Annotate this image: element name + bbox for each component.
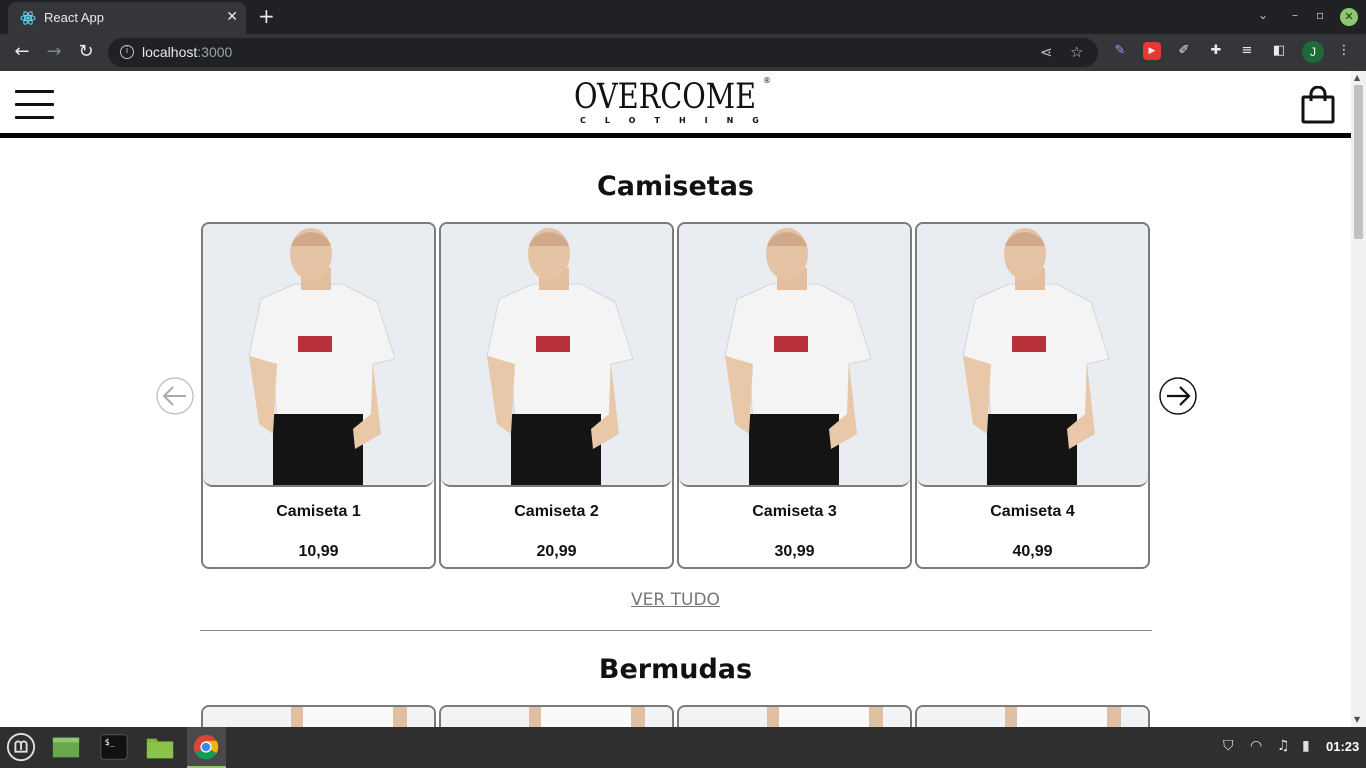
arrow-right-icon[interactable]: [1159, 377, 1197, 415]
browser-tabbar: React App ✕ + ⌄ – ▫ ✕: [0, 0, 1366, 34]
extensions-puzzle-icon[interactable]: ✚: [1207, 42, 1225, 60]
profile-avatar[interactable]: J: [1302, 41, 1324, 63]
product-image[interactable]: [203, 224, 434, 487]
logo-wordmark: OVERCOME: [574, 77, 757, 117]
battery-icon[interactable]: ▮: [1302, 738, 1310, 754]
page-scrollbar[interactable]: ▲ ▼: [1351, 71, 1366, 727]
tab-close-button[interactable]: ✕: [226, 9, 238, 25]
chrome-menu-icon[interactable]: ⋮: [1335, 42, 1353, 60]
scroll-up-icon[interactable]: ▲: [1354, 73, 1360, 82]
new-tab-button[interactable]: +: [258, 4, 275, 28]
product-photo: [679, 707, 910, 727]
logo-subtitle: CLOTHING: [580, 116, 778, 125]
music-icon[interactable]: ♫: [1277, 738, 1290, 754]
bookmark-star-icon[interactable]: ☆: [1070, 43, 1083, 61]
show-desktop-icon[interactable]: [50, 732, 82, 762]
product-price: 20,99: [536, 543, 577, 560]
url-port: :3000: [197, 44, 233, 60]
product-photo: [203, 224, 434, 485]
video-extension-icon[interactable]: ▶: [1143, 42, 1161, 60]
product-image[interactable]: [917, 224, 1148, 487]
mint-menu-icon[interactable]: [5, 732, 37, 762]
svg-text:$_: $_: [105, 737, 116, 747]
minimize-icon[interactable]: –: [1292, 8, 1298, 22]
product-name[interactable]: Camiseta 1: [203, 503, 434, 521]
product-card[interactable]: [201, 705, 436, 727]
see-all-link[interactable]: VER TUDO: [0, 590, 1351, 610]
chrome-icon[interactable]: [190, 732, 222, 762]
window-close-icon[interactable]: ✕: [1340, 8, 1358, 26]
scroll-down-icon[interactable]: ▼: [1354, 715, 1360, 724]
product-name[interactable]: Camiseta 3: [679, 503, 910, 521]
media-control-icon[interactable]: ≡: [1238, 42, 1256, 60]
product-card[interactable]: [915, 705, 1150, 727]
address-url: localhost:3000: [142, 44, 232, 60]
product-card[interactable]: Camiseta 1 10,99: [201, 222, 436, 569]
page-viewport: OVERCOME ® CLOTHING Camisetas Camiseta 1…: [0, 71, 1351, 727]
tab-search-icon[interactable]: ⌄: [1258, 8, 1268, 22]
site-info-icon[interactable]: i: [120, 45, 134, 59]
product-card[interactable]: Camiseta 4 40,99: [915, 222, 1150, 569]
files-icon[interactable]: [144, 732, 176, 762]
product-card[interactable]: [677, 705, 912, 727]
hamburger-icon[interactable]: [15, 90, 54, 119]
product-price: 30,99: [774, 543, 815, 560]
section-title-camisetas: Camisetas: [596, 171, 754, 202]
shopping-bag-icon[interactable]: [1301, 86, 1335, 124]
back-icon[interactable]: ←: [11, 41, 33, 63]
product-photo: [203, 707, 434, 727]
arrow-left-icon[interactable]: [156, 377, 194, 415]
reload-icon[interactable]: ↻: [75, 41, 97, 63]
browser-tab[interactable]: React App ✕: [8, 2, 246, 34]
terminal-icon[interactable]: $_: [98, 732, 130, 762]
url-host: localhost: [142, 44, 198, 60]
tab-title: React App: [44, 10, 104, 25]
product-image[interactable]: [679, 224, 910, 487]
product-name[interactable]: Camiseta 2: [441, 503, 672, 521]
product-card[interactable]: [439, 705, 674, 727]
product-image[interactable]: [441, 224, 672, 487]
maximize-icon[interactable]: ▫: [1316, 8, 1324, 22]
pen-extension-icon[interactable]: ✐: [1175, 42, 1193, 60]
side-panel-icon[interactable]: ◧: [1270, 42, 1288, 60]
product-price: 40,99: [1012, 543, 1053, 560]
os-taskbar: $_ ⛉ ◠ ♫ ▮ 01:23: [0, 727, 1366, 768]
address-bar[interactable]: i localhost:3000 ⋖ ☆: [108, 38, 1098, 67]
product-photo: [441, 224, 672, 485]
product-photo: [917, 224, 1148, 485]
product-photo: [441, 707, 672, 727]
product-photo: [917, 707, 1148, 727]
product-price: 10,99: [298, 543, 339, 560]
forward-icon[interactable]: →: [43, 41, 65, 63]
site-logo[interactable]: OVERCOME ® CLOTHING: [574, 76, 774, 129]
product-card[interactable]: Camiseta 2 20,99: [439, 222, 674, 569]
product-photo: [679, 224, 910, 485]
product-card[interactable]: Camiseta 3 30,99: [677, 222, 912, 569]
site-header: OVERCOME ® CLOTHING: [0, 71, 1351, 138]
taskbar-clock[interactable]: 01:23: [1326, 739, 1359, 754]
browser-toolbar: ← → ↻ i localhost:3000 ⋖ ☆ ✎ ▶ ✐ ✚ ≡ ◧ J…: [0, 34, 1366, 71]
scrollbar-thumb[interactable]: [1354, 85, 1363, 239]
feather-extension-icon[interactable]: ✎: [1111, 42, 1129, 60]
react-icon: [20, 11, 36, 25]
logo-registered-mark: ®: [763, 76, 771, 85]
wifi-icon[interactable]: ◠: [1250, 738, 1262, 754]
section-title-bermudas: Bermudas: [598, 654, 753, 685]
share-icon[interactable]: ⋖: [1040, 43, 1053, 61]
shield-icon[interactable]: ⛉: [1223, 738, 1234, 754]
section-divider: [200, 630, 1152, 631]
product-name[interactable]: Camiseta 4: [917, 503, 1148, 521]
